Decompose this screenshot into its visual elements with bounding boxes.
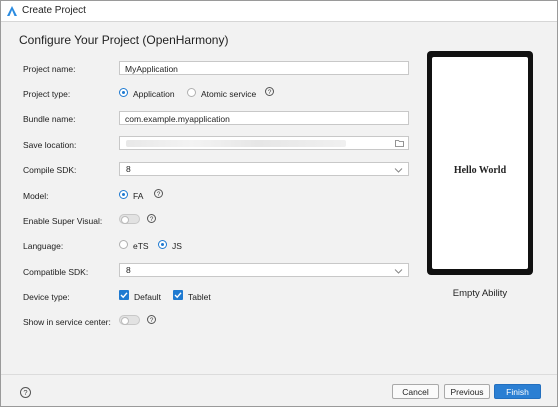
enable-super-visual-label: Enable Super Visual: xyxy=(23,216,103,226)
app-logo-icon xyxy=(7,6,17,18)
show-in-service-center-label: Show in service center: xyxy=(23,317,111,327)
model-label: Model: xyxy=(23,191,49,201)
model-fa-label: FA xyxy=(133,191,144,201)
project-type-label: Project type: xyxy=(23,89,71,99)
checkmark-icon xyxy=(120,292,128,299)
project-type-application-radio[interactable] xyxy=(119,88,128,97)
language-js-radio[interactable] xyxy=(158,240,167,249)
compatible-sdk-label: Compatible SDK: xyxy=(23,267,89,277)
project-type-atomic-service-radio[interactable] xyxy=(187,88,196,97)
create-project-dialog: Create Project Configure Your Project (O… xyxy=(0,0,558,407)
show-in-service-center-toggle[interactable] xyxy=(119,315,140,325)
preview-text: Hello World xyxy=(453,165,507,176)
device-type-tablet-label: Tablet xyxy=(188,292,211,302)
bundle-name-label: Bundle name: xyxy=(23,114,76,124)
language-label: Language: xyxy=(23,241,64,251)
device-type-default-checkbox[interactable] xyxy=(119,290,129,300)
project-type-application-label: Application xyxy=(133,89,175,99)
chevron-down-icon xyxy=(394,165,403,178)
folder-icon[interactable] xyxy=(395,139,404,149)
previous-button[interactable]: Previous xyxy=(444,384,490,399)
help-icon[interactable]: ? xyxy=(20,387,31,398)
language-ets-label: eTS xyxy=(133,241,149,251)
project-name-label: Project name: xyxy=(23,64,76,74)
model-fa-radio[interactable] xyxy=(119,190,128,199)
service-center-help-icon[interactable]: ? xyxy=(147,315,156,324)
compatible-sdk-select[interactable]: 8 xyxy=(119,263,409,277)
language-js-label: JS xyxy=(172,241,182,251)
window-title: Create Project xyxy=(22,5,86,16)
super-visual-help-icon[interactable]: ? xyxy=(147,214,156,223)
language-ets-radio[interactable] xyxy=(119,240,128,249)
template-name: Empty Ability xyxy=(452,288,508,299)
save-location-label: Save location: xyxy=(23,140,77,150)
device-type-label: Device type: xyxy=(23,292,70,302)
device-type-tablet-checkbox[interactable] xyxy=(173,290,183,300)
compile-sdk-value: 8 xyxy=(126,164,131,174)
compile-sdk-label: Compile SDK: xyxy=(23,165,77,175)
chevron-down-icon xyxy=(394,266,403,279)
title-bar: Create Project xyxy=(1,1,557,22)
checkmark-icon xyxy=(174,292,182,299)
compatible-sdk-value: 8 xyxy=(126,265,131,275)
compile-sdk-select[interactable]: 8 xyxy=(119,162,409,176)
device-screen: Hello World xyxy=(432,57,528,269)
device-type-default-label: Default xyxy=(134,292,161,302)
cancel-button[interactable]: Cancel xyxy=(392,384,439,399)
redacted-path xyxy=(126,140,346,147)
save-location-input[interactable] xyxy=(119,136,409,150)
finish-button[interactable]: Finish xyxy=(494,384,541,399)
project-type-help-icon[interactable]: ? xyxy=(265,87,274,96)
device-preview: Hello World xyxy=(427,51,533,275)
bundle-name-input[interactable]: com.example.myapplication xyxy=(119,111,409,125)
enable-super-visual-toggle[interactable] xyxy=(119,214,140,224)
project-type-atomic-service-label: Atomic service xyxy=(201,89,257,99)
model-help-icon[interactable]: ? xyxy=(154,189,163,198)
footer-divider xyxy=(1,374,557,375)
page-title: Configure Your Project (OpenHarmony) xyxy=(19,33,229,47)
project-name-input[interactable]: MyApplication xyxy=(119,61,409,75)
